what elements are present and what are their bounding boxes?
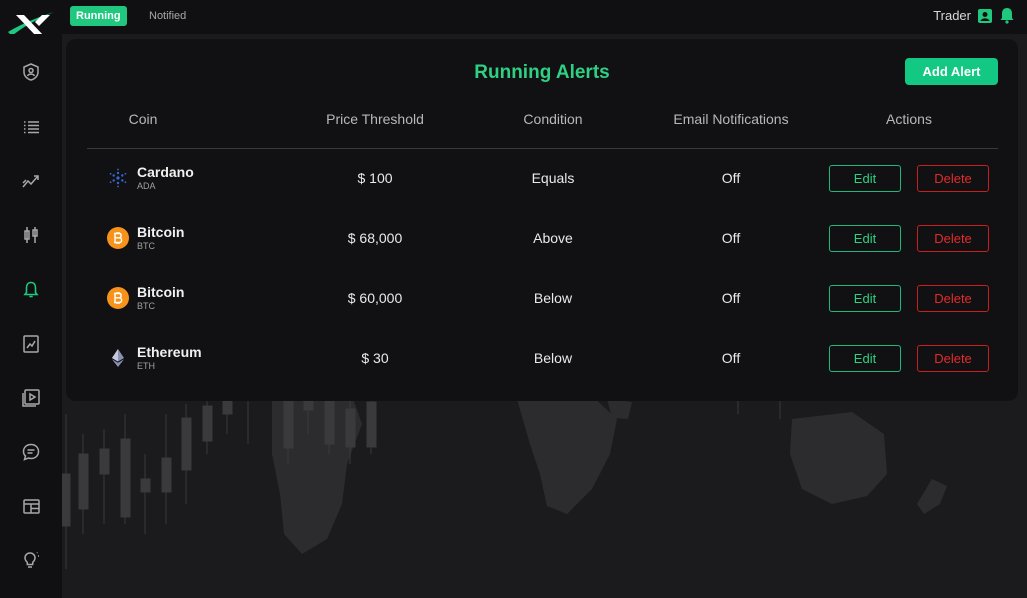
column-header-actions: Actions	[886, 111, 932, 127]
condition: Below	[533, 350, 573, 366]
coin-symbol: ADA	[137, 181, 156, 191]
email-notifications: Off	[721, 230, 741, 246]
price-threshold: $ 100	[357, 170, 393, 186]
price-threshold: $ 68,000	[347, 230, 403, 246]
bell-icon[interactable]	[21, 280, 41, 300]
tab-notified[interactable]: Notified	[143, 6, 192, 26]
running-alerts-panel: Running Alerts Add Alert Coin Price Thre…	[66, 39, 1018, 401]
user-menu[interactable]: Trader	[933, 7, 1015, 24]
edit-button[interactable]: Edit	[829, 225, 901, 252]
price-threshold: $ 60,000	[347, 290, 403, 306]
edit-button[interactable]: Edit	[829, 285, 901, 312]
shield-user-icon[interactable]	[21, 62, 41, 82]
chat-icon[interactable]	[21, 442, 41, 462]
table-row: Cardano ADA $ 100 Equals Off Edit Delete	[87, 148, 998, 208]
lightbulb-icon[interactable]	[21, 550, 41, 570]
table-row: Bitcoin BTC $ 60,000 Below Off Edit Dele…	[87, 268, 998, 328]
report-icon[interactable]	[21, 334, 41, 354]
cardano-icon	[107, 167, 129, 189]
coin-name: Cardano	[137, 164, 194, 180]
column-header-price-threshold[interactable]: Price Threshold	[326, 111, 424, 127]
delete-button[interactable]: Delete	[917, 165, 989, 192]
table-row: Ethereum ETH $ 30 Below Off Edit Delete	[87, 328, 998, 388]
delete-button[interactable]: Delete	[917, 345, 989, 372]
bell-icon[interactable]	[999, 7, 1015, 24]
coin-name: Bitcoin	[137, 224, 185, 240]
top-bar: Running Notified Trader	[0, 0, 1027, 36]
condition: Equals	[531, 170, 575, 186]
delete-button[interactable]: Delete	[917, 285, 989, 312]
bitcoin-icon	[107, 287, 129, 309]
sidebar	[0, 34, 62, 598]
coin-symbol: BTC	[137, 241, 155, 251]
candlestick-icon[interactable]	[21, 225, 41, 245]
coin-cell: Bitcoin BTC	[107, 208, 184, 268]
coin-name: Bitcoin	[137, 284, 185, 300]
user-name: Trader	[933, 8, 971, 23]
delete-button[interactable]: Delete	[917, 225, 989, 252]
coin-symbol: ETH	[137, 361, 155, 371]
condition: Below	[533, 290, 573, 306]
user-profile-icon[interactable]	[977, 8, 993, 24]
coin-name: Ethereum	[137, 344, 202, 360]
list-icon[interactable]	[21, 117, 41, 137]
coin-cell: Cardano ADA	[107, 148, 194, 208]
email-notifications: Off	[721, 170, 741, 186]
table-header: Coin Price Threshold Condition Email Not…	[87, 111, 998, 149]
email-notifications: Off	[721, 290, 741, 306]
tab-running[interactable]: Running	[70, 6, 127, 26]
coin-cell: Ethereum ETH	[107, 328, 202, 388]
edit-button[interactable]: Edit	[829, 345, 901, 372]
coin-cell: Bitcoin BTC	[107, 268, 184, 328]
coin-symbol: BTC	[137, 301, 155, 311]
trend-icon[interactable]	[21, 171, 41, 191]
condition: Above	[533, 230, 573, 246]
edit-button[interactable]: Edit	[829, 165, 901, 192]
add-alert-button[interactable]: Add Alert	[905, 58, 998, 85]
dashboard-icon[interactable]	[21, 496, 41, 516]
panel-title: Running Alerts	[474, 62, 610, 83]
bitcoin-icon	[107, 227, 129, 249]
table-row: Bitcoin BTC $ 68,000 Above Off Edit Dele…	[87, 208, 998, 268]
column-header-coin[interactable]: Coin	[129, 111, 158, 127]
column-header-email-notifications[interactable]: Email Notifications	[673, 111, 788, 127]
column-header-condition[interactable]: Condition	[523, 111, 582, 127]
email-notifications: Off	[721, 350, 741, 366]
price-threshold: $ 30	[361, 350, 389, 366]
play-icon[interactable]	[21, 388, 41, 408]
ethereum-icon	[107, 347, 129, 369]
